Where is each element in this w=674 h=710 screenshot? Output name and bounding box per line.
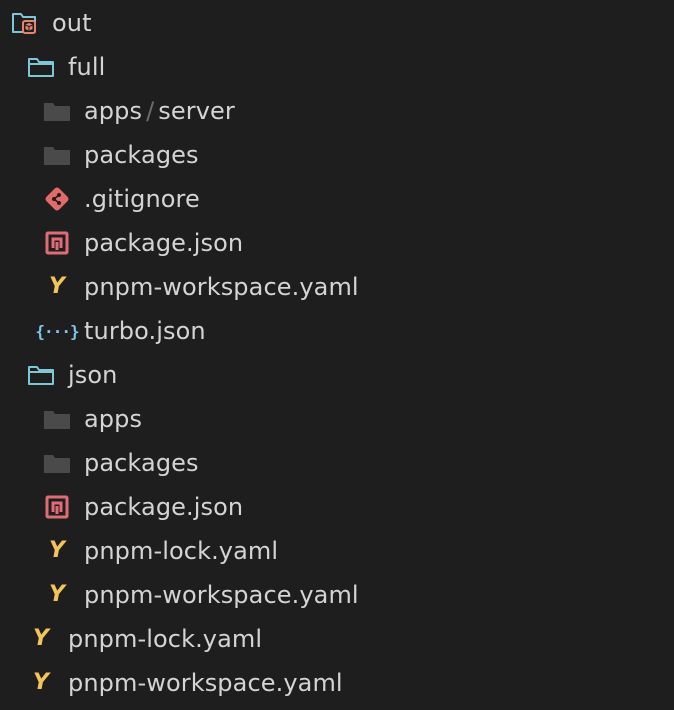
folder-icon xyxy=(42,448,72,478)
tree-item-package-json[interactable]: package.json xyxy=(0,485,674,529)
tree-item-label: package.json xyxy=(84,229,244,257)
folder-icon xyxy=(42,140,72,170)
tree-item-pnpm-workspace[interactable]: Y pnpm-workspace.yaml xyxy=(0,573,674,617)
yaml-icon: Y xyxy=(32,670,50,695)
tree-item-label: packages xyxy=(84,141,199,169)
tree-item-label: out xyxy=(52,9,92,37)
folder-icon xyxy=(42,404,72,434)
yaml-icon: Y xyxy=(48,538,66,563)
folder-open-icon xyxy=(26,52,56,82)
path-segment-server: server xyxy=(158,97,235,125)
tree-item-pnpm-workspace[interactable]: Y pnpm-workspace.yaml xyxy=(0,265,674,309)
folder-package-open-icon xyxy=(10,8,40,38)
git-icon xyxy=(42,184,72,214)
tree-item-apps[interactable]: apps xyxy=(0,397,674,441)
tree-item-label: pnpm-workspace.yaml xyxy=(68,669,343,697)
tree-item-label: pnpm-workspace.yaml xyxy=(84,581,359,609)
tree-item-label: packages xyxy=(84,449,199,477)
tree-item-pnpm-lock[interactable]: Y pnpm-lock.yaml xyxy=(0,617,674,661)
npm-icon xyxy=(42,228,72,258)
tree-item-pnpm-workspace[interactable]: Y pnpm-workspace.yaml xyxy=(0,661,674,705)
json-icon: {···} xyxy=(35,321,79,341)
tree-item-packages[interactable]: packages xyxy=(0,133,674,177)
tree-item-label: pnpm-lock.yaml xyxy=(68,625,263,653)
yaml-icon: Y xyxy=(48,582,66,607)
tree-item-label: pnpm-lock.yaml xyxy=(84,537,279,565)
path-segment-apps: apps xyxy=(84,97,143,125)
tree-item-pnpm-lock[interactable]: Y pnpm-lock.yaml xyxy=(0,529,674,573)
tree-item-label: turbo.json xyxy=(84,317,206,345)
npm-icon xyxy=(42,492,72,522)
tree-item-gitignore[interactable]: .gitignore xyxy=(0,177,674,221)
tree-item-full[interactable]: full xyxy=(0,45,674,89)
tree-item-label: package.json xyxy=(84,493,244,521)
tree-item-packages[interactable]: packages xyxy=(0,441,674,485)
path-separator: / xyxy=(146,97,155,125)
tree-item-label: apps xyxy=(84,405,143,433)
tree-item-out[interactable]: out xyxy=(0,1,674,45)
tree-item-turbo-json[interactable]: {···} turbo.json xyxy=(0,309,674,353)
folder-icon xyxy=(42,96,72,126)
tree-item-label: apps / server xyxy=(84,97,235,125)
file-explorer-tree: out full apps / server packages .gitigno… xyxy=(0,0,674,710)
tree-item-label: .gitignore xyxy=(84,185,200,213)
yaml-icon: Y xyxy=(32,626,50,651)
tree-item-label: json xyxy=(68,361,118,389)
tree-item-package-json[interactable]: package.json xyxy=(0,221,674,265)
tree-item-label: full xyxy=(68,53,106,81)
tree-item-label: pnpm-workspace.yaml xyxy=(84,273,359,301)
folder-open-icon xyxy=(26,360,56,390)
yaml-icon: Y xyxy=(48,274,66,299)
tree-item-json[interactable]: json xyxy=(0,353,674,397)
tree-item-apps-server[interactable]: apps / server xyxy=(0,89,674,133)
